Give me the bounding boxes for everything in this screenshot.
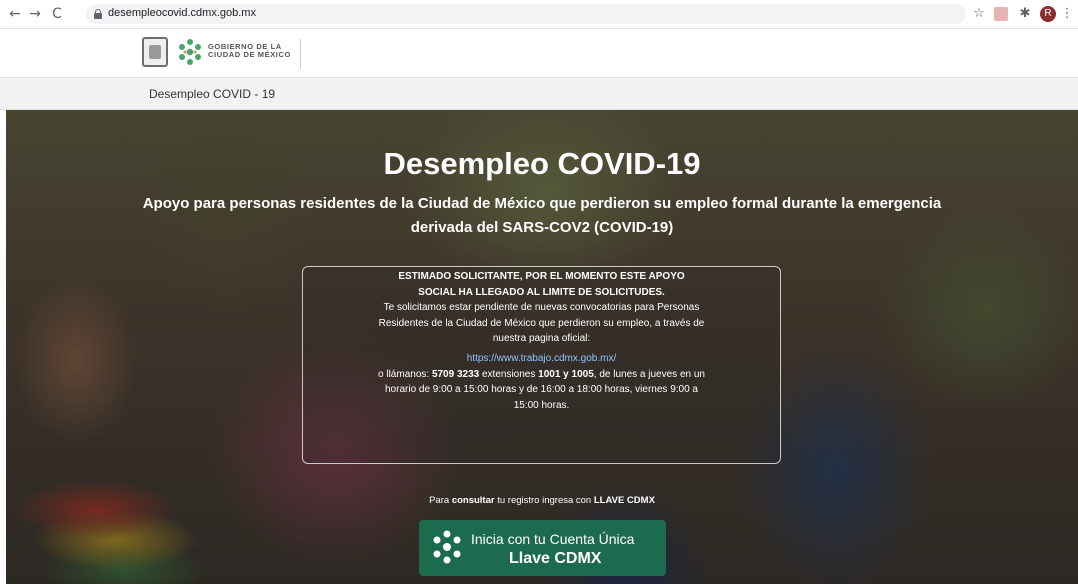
contact-ext-prefix: extensiones — [479, 368, 539, 380]
llave-cdmx-login-button[interactable]: Inicia con tu Cuenta Única Llave CDMX — [419, 520, 666, 576]
subnav-title[interactable]: Desempleo COVID - 19 — [149, 87, 275, 101]
consult-instructions: Para consultar tu registro ingresa con L… — [6, 495, 1078, 506]
official-site-link[interactable]: https://www.trabajo.cdmx.gob.mx/ — [303, 351, 780, 367]
consult-prefix: Para — [429, 495, 452, 506]
hero-section: Desempleo COVID-19 Apoyo para personas r… — [6, 110, 1078, 584]
address-url: desempleocovid.cdmx.gob.mx — [108, 7, 256, 19]
page-title: Desempleo COVID-19 — [383, 146, 701, 181]
extensions-puzzle-icon[interactable]: ✱ — [1016, 5, 1034, 23]
browser-toolbar: ← → C desempleocovid.cdmx.gob.mx ☆ ✱ R ⋮ — [0, 0, 1078, 29]
gov-logo-line2: CIUDAD DE MÉXICO — [208, 50, 291, 59]
contact-prefix: o llámanos: — [378, 368, 432, 380]
contact-extensions: 1001 y 1005 — [538, 368, 594, 380]
llave-cdmx-logo-icon — [433, 530, 461, 564]
reload-icon[interactable]: C — [48, 5, 66, 23]
notice-body: Te solicitamos estar pendiente de nuevas… — [378, 302, 705, 345]
gov-cdmx-logo-icon — [179, 39, 201, 65]
header-divider — [300, 39, 301, 69]
llave-button-line1: Inicia con tu Cuenta Única — [471, 531, 635, 547]
notice-warning: ESTIMADO SOLICITANTE, POR EL MOMENTO EST… — [398, 271, 685, 298]
llave-button-line2: Llave CDMX — [509, 550, 602, 567]
bookmark-star-icon[interactable]: ☆ — [970, 5, 988, 23]
city-seal-logo — [142, 37, 168, 67]
contact-phone: 5709 3233 — [431, 368, 480, 380]
back-icon[interactable]: ← — [6, 5, 24, 23]
profile-avatar[interactable]: R — [1040, 6, 1056, 22]
gov-logo-text: GOBIERNO DE LA CIUDAD DE MÉXICO — [208, 43, 291, 59]
menu-kebab-icon[interactable]: ⋮ — [1058, 5, 1076, 23]
consult-verb: consultar — [451, 495, 495, 506]
notice-contact: o llámanos: 5709 3233 extensiones 1001 y… — [372, 367, 712, 414]
site-header: GOBIERNO DE LA CIUDAD DE MÉXICO — [0, 29, 1078, 78]
consult-middle: tu registro ingresa con — [494, 495, 594, 506]
notice-box: ESTIMADO SOLICITANTE, POR EL MOMENTO EST… — [302, 266, 781, 464]
subnav-bar: Desempleo COVID - 19 — [0, 78, 1078, 110]
page-subtitle: Apoyo para personas residentes de la Ciu… — [142, 195, 942, 236]
address-bar[interactable]: desempleocovid.cdmx.gob.mx — [86, 4, 966, 24]
consult-llave: LLAVE CDMX — [593, 495, 655, 506]
lock-icon — [94, 9, 102, 19]
forward-icon[interactable]: → — [26, 5, 44, 23]
pdf-extension-icon[interactable] — [994, 7, 1008, 21]
